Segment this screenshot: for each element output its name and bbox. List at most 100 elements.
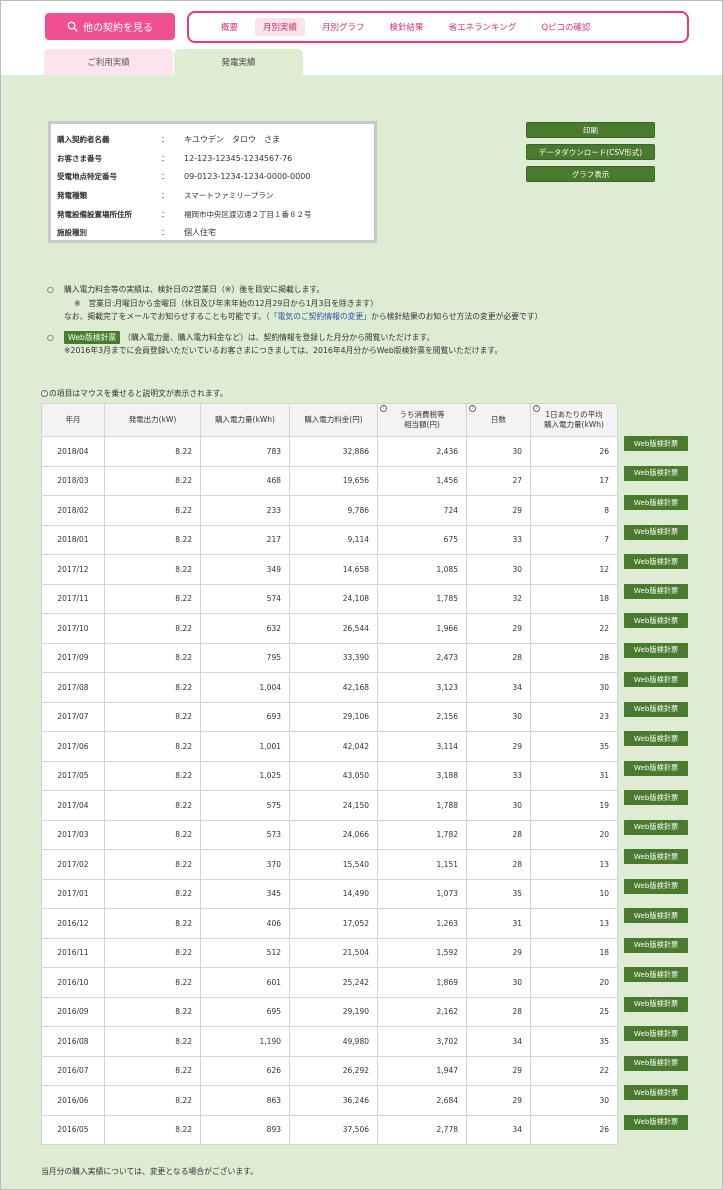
web-meter-button[interactable]: Web版検針票 <box>624 731 688 746</box>
web-meter-button[interactable]: Web版検針票 <box>624 937 688 953</box>
table-cell: 2017/04 <box>41 790 105 821</box>
info-value: キユウデン タロウ さま <box>184 134 280 144</box>
info-label: 発電設備設置場所住所 <box>57 209 132 219</box>
table-cell: 8.22 <box>104 672 201 703</box>
graph-button[interactable]: グラフ表示 <box>526 166 655 182</box>
web-meter-button[interactable]: Web版検針票 <box>624 1114 688 1130</box>
table-row: 2017/12 8.22 349 14,658 1,085 30 12 <box>41 554 618 585</box>
other-contracts-label: 他の契約を見る <box>83 23 153 34</box>
web-meter-button[interactable]: Web版検針票 <box>624 849 688 864</box>
web-meter-button[interactable]: Web版検針票 <box>624 701 688 717</box>
table-cell: 632 <box>200 613 290 644</box>
nav-energy-ranking[interactable]: 省エネランキング <box>441 18 525 36</box>
info-label: お客さま番号 <box>57 153 102 163</box>
note-line: なお、掲載完了をメールでお知らせすることも可能です。（ 「電気のご契約情報の変更」… <box>47 310 707 324</box>
table-cell: 2016/10 <box>41 967 105 998</box>
table-cell: 20 <box>530 967 618 998</box>
table-cell: 1,025 <box>200 760 290 791</box>
help-icon[interactable]: ? <box>380 405 387 412</box>
web-meter-button[interactable]: Web版検針票 <box>624 554 688 569</box>
web-meter-button[interactable]: Web版検針票 <box>624 583 688 599</box>
table-cell: 17 <box>530 465 618 496</box>
table-cell: 2018/04 <box>41 436 105 467</box>
nav-monthly-results[interactable]: 月別実績 <box>255 18 306 36</box>
info-row: 施設種別 ： 個人住宅 <box>57 223 368 242</box>
table-cell: 8.22 <box>104 819 201 850</box>
contract-info-box: 購入契約者名義 ： キユウデン タロウ さま お客さま番号 ： 12-123-1… <box>48 121 377 243</box>
table-cell: 8.22 <box>104 436 201 467</box>
table-cell: 8.22 <box>104 495 201 526</box>
nav-overview[interactable]: 概要 <box>213 18 246 36</box>
web-meter-button[interactable]: Web版検針票 <box>624 1055 688 1071</box>
table-cell: 2017/03 <box>41 819 105 850</box>
table-cell: 20 <box>530 819 618 850</box>
table-cell: 29 <box>466 937 531 968</box>
web-meter-button[interactable]: Web版検針票 <box>624 465 688 481</box>
table-cell: 1,456 <box>377 465 467 496</box>
web-meter-button[interactable]: Web版検針票 <box>624 524 688 540</box>
web-meter-button[interactable]: Web版検針票 <box>624 967 688 982</box>
help-icon[interactable]: ? <box>533 405 540 412</box>
table-cell: 33,390 <box>289 642 378 673</box>
web-meter-button[interactable]: Web版検針票 <box>624 1026 688 1041</box>
web-meter-button[interactable]: Web版検針票 <box>624 908 688 923</box>
web-meter-button[interactable]: Web版検針票 <box>624 436 688 451</box>
table-cell: 12 <box>530 554 618 585</box>
web-meter-button[interactable]: Web版検針票 <box>624 1085 688 1100</box>
info-value: 福岡市中央区渡辺通２丁目１番８２号 <box>184 209 312 219</box>
note-line: ※2016年3月までに会員登録いただいているお客さまにつきましては、2016年4… <box>47 344 707 358</box>
table-cell: 29,106 <box>289 701 378 732</box>
other-contracts-button[interactable]: 他の契約を見る <box>45 13 175 40</box>
web-meter-button[interactable]: Web版検針票 <box>624 760 688 776</box>
table-cell: 8.22 <box>104 760 201 791</box>
web-meter-button[interactable]: Web版検針票 <box>624 672 688 687</box>
csv-download-button[interactable]: データダウンロード(CSV形式) <box>526 144 655 160</box>
web-meter-button[interactable]: Web版検針票 <box>624 642 688 658</box>
info-row: 発電設備設置場所住所 ： 福岡市中央区渡辺通２丁目１番８２号 <box>57 205 368 224</box>
table-cell: 8.22 <box>104 1085 201 1116</box>
table-cell: 8.22 <box>104 583 201 614</box>
table-row: 2018/02 8.22 233 9,786 724 29 8 <box>41 495 618 526</box>
help-icon[interactable]: ? <box>469 405 476 412</box>
table-row: 2017/09 8.22 795 33,390 2,473 28 28 <box>41 642 618 673</box>
web-meter-button[interactable]: Web版検針票 <box>624 613 688 628</box>
table-cell: 22 <box>530 613 618 644</box>
th-kwh: 購入電力量(kWh) <box>200 403 290 437</box>
table-cell: 19 <box>530 790 618 821</box>
table-cell: 1,788 <box>377 790 467 821</box>
table-row: 2016/12 8.22 406 17,052 1,263 31 13 <box>41 908 618 939</box>
table-hint: ? の項目はマウスを乗せると説明文が表示されます。 <box>41 388 228 399</box>
table-row: 2017/07 8.22 693 29,106 2,156 30 23 <box>41 701 618 732</box>
th-daily-avg: ? 1日あたりの平均 購入電力量(kWh) <box>530 403 618 437</box>
nav-monthly-graph[interactable]: 月別グラフ <box>314 18 373 36</box>
table-cell: 17,052 <box>289 908 378 939</box>
print-button[interactable]: 印刷 <box>526 122 655 138</box>
table-cell: 2,684 <box>377 1085 467 1116</box>
tab-usage[interactable]: ご利用実績 <box>44 49 173 75</box>
table-row: 2017/05 8.22 1,025 43,050 3,188 33 31 <box>41 760 618 791</box>
web-meter-button[interactable]: Web版検針票 <box>624 996 688 1012</box>
table-cell: 3,114 <box>377 731 467 762</box>
table-cell: 15,540 <box>289 849 378 880</box>
nav-qpico[interactable]: Qピコの確認 <box>533 18 598 36</box>
tab-generation[interactable]: 発電実績 <box>174 49 303 75</box>
th-daily-avg-label: 1日あたりの平均 購入電力量(kWh) <box>544 410 604 429</box>
nav-meter-reading[interactable]: 検針結果 <box>382 18 432 36</box>
table-cell: 2,778 <box>377 1114 467 1145</box>
info-label: 発電種類 <box>57 190 87 200</box>
web-meter-button[interactable]: Web版検針票 <box>624 878 688 894</box>
table-row: 2017/01 8.22 345 14,490 1,073 35 10 <box>41 878 618 909</box>
table-cell: 675 <box>377 524 467 555</box>
table-cell: 29 <box>466 1085 531 1116</box>
contract-change-link[interactable]: 「電気のご契約情報の変更」 <box>270 310 371 324</box>
web-meter-button[interactable]: Web版検針票 <box>624 790 688 805</box>
table-row: 2018/04 8.22 783 32,886 2,436 30 26 <box>41 436 618 467</box>
web-meter-buttons: Web版検針票 Web版検針票 Web版検針票 Web版検針票 Web版検針票 Web版検… <box>624 436 688 1144</box>
web-meter-button[interactable]: Web版検針票 <box>624 495 688 510</box>
table-cell: 30 <box>466 554 531 585</box>
table-cell: 2018/03 <box>41 465 105 496</box>
table-cell: 1,966 <box>377 613 467 644</box>
info-label: 受電地点特定番号 <box>57 172 117 182</box>
table-cell: 2,162 <box>377 996 467 1027</box>
web-meter-button[interactable]: Web版検針票 <box>624 819 688 835</box>
